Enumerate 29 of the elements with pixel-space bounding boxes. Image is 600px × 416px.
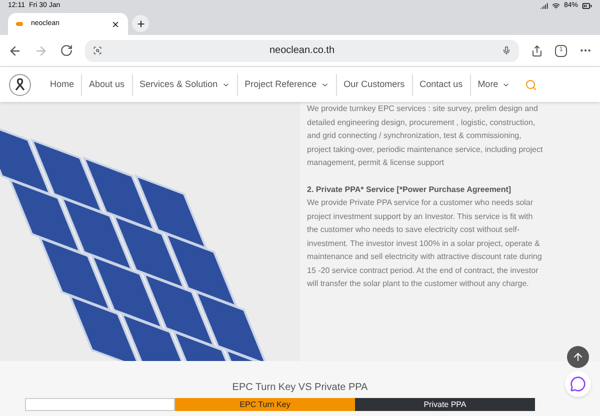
- comparison-title: EPC Turn Key VS Private PPA: [232, 381, 368, 395]
- arrow-up-icon: [572, 351, 584, 363]
- address-bar[interactable]: neoclean.co.th: [85, 40, 519, 62]
- nav-item[interactable]: Home: [43, 74, 82, 96]
- back-icon[interactable]: [8, 44, 22, 58]
- intro-paragraph: We provide turnkey EPC services : site survey, prelim design and detailed engineering design, procurement , logistic, construction, and grid connecting / synchronization, test & commissioning, project taking-over, periodic maintenance service, including project management, permit & license support: [307, 103, 544, 169]
- column-header: Private PPA: [355, 398, 535, 411]
- reload-icon[interactable]: [60, 44, 73, 57]
- body-paragraph: We provide Private PPA service for a customer who needs solar project investment support by an Investor. This service is fit with the customer who needs to save electricity cost without self-investment. The investor invest 100% in a solar project, operate & maintenance and sell electricity with attractive discount rate during 15 -20 service contract period. At the end of contract, the investor will transfer the solar plant to the customer without any charge.: [307, 197, 543, 290]
- battery-icon: [582, 1, 592, 11]
- signal-icon: [540, 2, 548, 10]
- plus-icon: [136, 18, 146, 28]
- close-icon[interactable]: [111, 20, 120, 28]
- messenger-button[interactable]: [565, 371, 591, 397]
- share-icon[interactable]: [531, 44, 543, 56]
- column-header: EPC Turn Key: [175, 398, 355, 411]
- ribbon-logo-icon[interactable]: [9, 74, 31, 96]
- nav-item[interactable]: About us: [81, 74, 132, 96]
- favicon-icon: [16, 22, 23, 26]
- scroll-top-button[interactable]: [567, 346, 589, 368]
- nav-item[interactable]: More: [470, 74, 518, 96]
- nav-item[interactable]: Our Customers: [336, 74, 412, 96]
- nav-item[interactable]: Project Reference: [236, 74, 336, 96]
- nav-item[interactable]: Services & Solution: [132, 74, 237, 96]
- nav-item[interactable]: Contact us: [412, 74, 470, 96]
- section-heading: 2. Private PPA* Service [*Power Purchase Agreement]: [307, 184, 512, 196]
- new-tab-button[interactable]: [132, 15, 149, 32]
- chat-bubble-icon: [570, 376, 586, 392]
- wifi-icon: [552, 2, 560, 10]
